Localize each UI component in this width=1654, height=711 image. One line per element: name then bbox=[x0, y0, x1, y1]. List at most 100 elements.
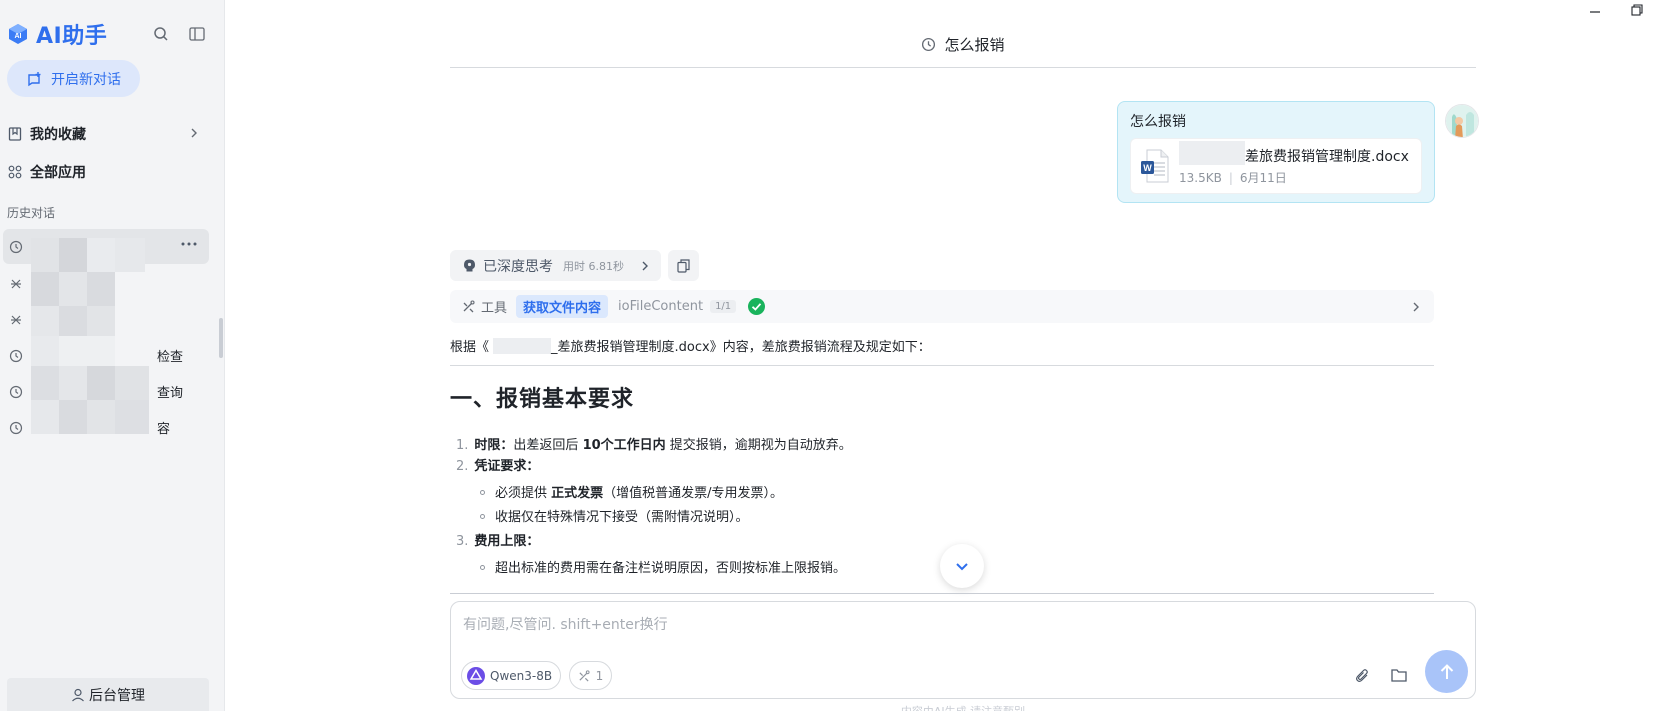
tools-icon bbox=[11, 279, 21, 288]
answer-intro-suffix: _差旅费报销管理制度.docx》内容，差旅费报销流程及规定如下： bbox=[551, 340, 931, 355]
redacted-filename-prefix bbox=[1179, 141, 1245, 165]
user-avatar bbox=[1445, 104, 1479, 138]
sub-list-item: 超出标准的费用需在备注栏说明原因，否则按标准上限报销。 bbox=[480, 557, 846, 576]
apps-grid-icon bbox=[8, 165, 22, 179]
copy-icon bbox=[677, 258, 690, 273]
scroll-to-bottom-button[interactable] bbox=[940, 544, 984, 588]
clock-icon bbox=[9, 421, 23, 434]
tools-icon bbox=[11, 315, 21, 324]
attachment-date: 6月11日 bbox=[1239, 171, 1287, 185]
model-name: Qwen3-8B bbox=[490, 668, 553, 683]
divider bbox=[450, 67, 1476, 68]
admin-label: 后台管理 bbox=[89, 687, 145, 704]
clock-icon bbox=[922, 37, 936, 52]
clock-icon bbox=[9, 385, 23, 398]
search-icon bbox=[154, 27, 168, 41]
thinking-time: 用时 6.81秒 bbox=[563, 259, 624, 273]
qwen-logo-icon bbox=[467, 666, 485, 685]
tools-icon bbox=[579, 669, 590, 682]
chevron-right-icon bbox=[191, 128, 197, 138]
redacted-company-name bbox=[493, 338, 552, 354]
sub-list-item: 必须提供 正式发票（增值税普通发票/专用发票）。 bbox=[480, 482, 783, 501]
tool-call-row[interactable]: 工具 获取文件内容 ioFileContent 1/1 bbox=[450, 290, 1434, 323]
chevron-right-icon bbox=[1413, 302, 1419, 312]
sidebar-scrollbar[interactable] bbox=[219, 318, 223, 358]
list-item: 3. 费用上限： bbox=[456, 534, 540, 549]
new-chat-icon bbox=[28, 71, 41, 86]
attachment-name: 差旅费报销管理制度.docx bbox=[1245, 149, 1409, 165]
favorites-label: 我的收藏 bbox=[30, 127, 86, 143]
nav-favorites[interactable]: 我的收藏 bbox=[8, 122, 208, 146]
answer-intro: 根据《 _差旅费报销管理制度.docx》内容，差旅费报销流程及规定如下： bbox=[450, 336, 931, 355]
answer-intro-prefix: 根据《 bbox=[450, 340, 490, 355]
attachment-size: 13.5KB bbox=[1179, 171, 1222, 185]
collapse-sidebar-button[interactable] bbox=[187, 24, 207, 44]
word-document-icon: W bbox=[1141, 149, 1169, 183]
nav-all-apps[interactable]: 全部应用 bbox=[8, 160, 208, 184]
app-logo[interactable]: AI AI助手 bbox=[7, 18, 107, 50]
app-name: AI助手 bbox=[36, 24, 108, 49]
conversation-title: 怎么报销 bbox=[450, 34, 1476, 55]
all-apps-label: 全部应用 bbox=[30, 165, 86, 181]
avatar-image bbox=[1446, 105, 1478, 137]
restore-icon bbox=[1631, 4, 1643, 16]
thinking-label: 已深度思考 bbox=[483, 258, 553, 275]
tool-name: ioFileContent bbox=[618, 299, 704, 314]
history-item-label: 容 bbox=[157, 422, 171, 437]
sidebar-toggle-icon bbox=[189, 27, 205, 41]
clock-icon bbox=[9, 349, 23, 362]
paperclip-icon bbox=[1356, 669, 1368, 682]
clock-icon bbox=[9, 240, 23, 253]
tools-count: 1 bbox=[595, 668, 604, 683]
attach-button[interactable] bbox=[1355, 668, 1370, 687]
user-icon bbox=[72, 688, 84, 701]
divider bbox=[450, 365, 1434, 366]
user-message-text: 怎么报销 bbox=[1130, 114, 1186, 130]
tool-count: 1/1 bbox=[710, 300, 737, 313]
new-chat-label: 开启新对话 bbox=[51, 71, 121, 88]
minimize-button[interactable] bbox=[1586, 2, 1604, 18]
svg-text:W: W bbox=[1143, 163, 1152, 173]
sub-list-item: 收据仅在特殊情况下接受（需附情况说明）。 bbox=[480, 506, 749, 525]
history-title: 历史对话 bbox=[7, 206, 56, 220]
sidebar: AI AI助手 开启新对话 我的收藏 全部应用 历史对话 检查 查询 容 后台管… bbox=[0, 0, 225, 711]
divider bbox=[450, 593, 1434, 594]
folder-button[interactable] bbox=[1391, 668, 1407, 686]
logo-icon: AI bbox=[9, 24, 27, 44]
answer-heading: 一、报销基本要求 bbox=[450, 387, 635, 412]
restore-button[interactable] bbox=[1628, 2, 1646, 18]
copy-button[interactable] bbox=[668, 250, 699, 281]
minimize-icon bbox=[1590, 11, 1600, 13]
tool-tag: 获取文件内容 bbox=[516, 295, 609, 318]
deep-thinking-toggle[interactable]: 已深度思考 用时 6.81秒 bbox=[450, 250, 661, 281]
chevron-right-icon bbox=[642, 261, 648, 271]
history-item-label: 检查 bbox=[157, 350, 184, 365]
list-item: 1. 时限：出差返回后 10个工作日内 提交报销，逾期视为自动放弃。 bbox=[456, 438, 852, 453]
tools-icon bbox=[463, 300, 475, 313]
send-button[interactable] bbox=[1425, 650, 1468, 693]
new-chat-button[interactable]: 开启新对话 bbox=[7, 60, 140, 97]
arrow-up-icon bbox=[1440, 663, 1453, 679]
list-item: 2. 凭证要求： bbox=[456, 459, 540, 474]
success-check-icon bbox=[748, 298, 766, 315]
message-input[interactable] bbox=[463, 614, 1363, 638]
tool-label: 工具 bbox=[481, 301, 508, 316]
more-icon[interactable] bbox=[181, 242, 197, 246]
history-item-label: 查询 bbox=[157, 386, 184, 401]
ai-disclaimer: 内容由AI生成 请注意甄别 bbox=[450, 703, 1476, 711]
attachment-meta: 13.5KB | 6月11日 bbox=[1179, 171, 1287, 185]
tools-selector[interactable]: 1 bbox=[569, 661, 612, 690]
bookmark-icon bbox=[8, 127, 22, 141]
brain-icon bbox=[464, 259, 475, 272]
svg-text:AI: AI bbox=[15, 33, 22, 40]
message-composer: Qwen3-8B 1 bbox=[450, 601, 1476, 699]
attachment-card[interactable]: W 差旅费报销管理制度.docx 13.5KB | 6月11日 bbox=[1130, 138, 1422, 194]
chevron-down-icon bbox=[956, 562, 968, 570]
admin-button[interactable]: 后台管理 bbox=[7, 678, 209, 711]
redacted-history-titles bbox=[31, 230, 157, 436]
search-button[interactable] bbox=[151, 24, 171, 44]
model-selector[interactable]: Qwen3-8B bbox=[461, 661, 562, 690]
user-message: 怎么报销 W 差旅费报销管理制度.docx 13.5KB | 6月11日 bbox=[1117, 101, 1435, 203]
folder-icon bbox=[1391, 669, 1407, 682]
conversation-title-text: 怎么报销 bbox=[944, 36, 1005, 54]
